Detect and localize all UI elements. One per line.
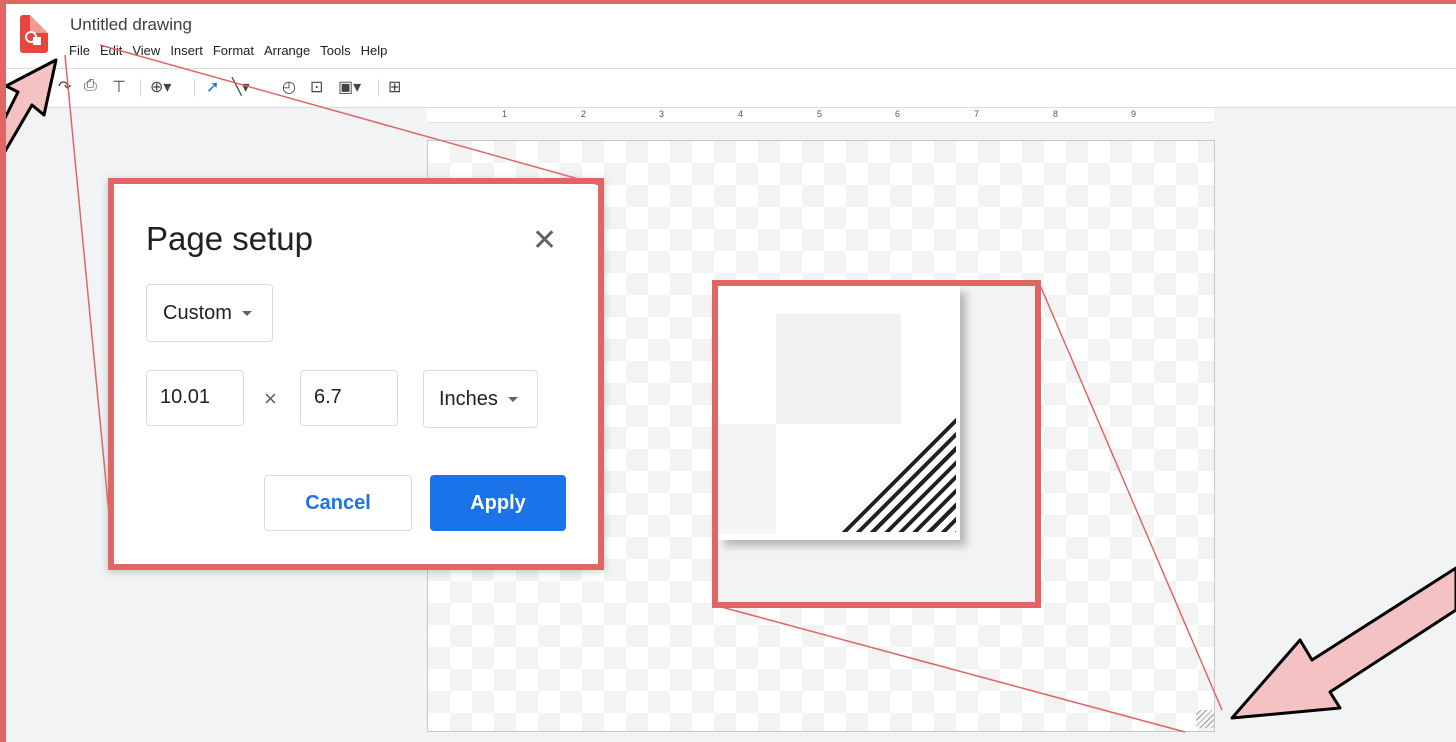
cancel-button[interactable]: Cancel [264, 475, 412, 531]
select-icon[interactable]: ➚ [206, 77, 219, 97]
menu-insert[interactable]: Insert [170, 43, 203, 58]
dialog-title: Page setup [146, 220, 313, 257]
menu-file[interactable]: File [69, 43, 90, 58]
units-value: Inches [439, 388, 498, 410]
zoomed-canvas-corner [718, 286, 960, 540]
add-comment-icon[interactable]: ⊞ [388, 77, 401, 97]
menu-tools[interactable]: Tools [320, 43, 350, 58]
toolbar: ↷ ⎙ ⊤ ⊕▾ ➚ ╲▾ ◴ ⊡ ▣▾ ⊞ [0, 69, 1456, 108]
chevron-down-icon [507, 397, 518, 403]
menu-bar: File Edit View Insert Format Arrange Too… [69, 43, 397, 58]
ruler-number: 5 [817, 109, 823, 119]
menu-help[interactable]: Help [361, 43, 388, 58]
ruler-number: 9 [1131, 109, 1137, 119]
canvas-resize-handle[interactable] [1196, 710, 1214, 728]
zoom-icon[interactable]: ⊕▾ [150, 77, 171, 97]
times-symbol: × [264, 386, 277, 411]
ruler-number: 4 [738, 109, 744, 119]
page-size-value: Custom [163, 302, 232, 324]
image-icon[interactable]: ▣▾ [338, 77, 361, 97]
apply-button[interactable]: Apply [430, 475, 566, 531]
height-field[interactable]: 6.7 [300, 370, 398, 426]
menu-arrange[interactable]: Arrange [264, 43, 310, 58]
menu-edit[interactable]: Edit [100, 43, 122, 58]
drawings-logo-icon[interactable] [20, 15, 48, 53]
menu-format[interactable]: Format [213, 43, 254, 58]
shape-icon[interactable]: ◴ [282, 77, 296, 97]
arrow-bottom-right-icon [1230, 566, 1456, 720]
chevron-down-icon [241, 311, 252, 317]
close-icon[interactable]: ✕ [532, 226, 557, 256]
zoomed-resize-handle-icon [838, 414, 956, 532]
line-icon[interactable]: ╲▾ [232, 77, 250, 97]
ruler-number: 7 [974, 109, 980, 119]
paint-format-icon[interactable]: ⊤ [112, 77, 126, 97]
title-bar: Untitled drawing File Edit View Insert F… [0, 0, 1456, 69]
units-select[interactable]: Inches [423, 370, 538, 428]
redo-icon[interactable]: ↷ [58, 77, 71, 97]
document-title[interactable]: Untitled drawing [70, 15, 192, 35]
page-size-select[interactable]: Custom [146, 284, 273, 342]
page-setup-dialog: Page setup ✕ Custom 10.01 × 6.7 Inches C… [108, 178, 604, 570]
horizontal-ruler: 1 2 3 4 5 6 7 8 9 [427, 108, 1214, 123]
text-box-icon[interactable]: ⊡ [310, 77, 323, 97]
zoom-inset [712, 280, 1041, 608]
print-icon[interactable]: ⎙ [84, 77, 97, 95]
ruler-number: 6 [895, 109, 901, 119]
menu-view[interactable]: View [132, 43, 160, 58]
ruler-number: 3 [659, 109, 665, 119]
ruler-number: 8 [1053, 109, 1059, 119]
ruler-number: 2 [581, 109, 587, 119]
width-field[interactable]: 10.01 [146, 370, 244, 426]
ruler-number: 1 [502, 109, 508, 119]
